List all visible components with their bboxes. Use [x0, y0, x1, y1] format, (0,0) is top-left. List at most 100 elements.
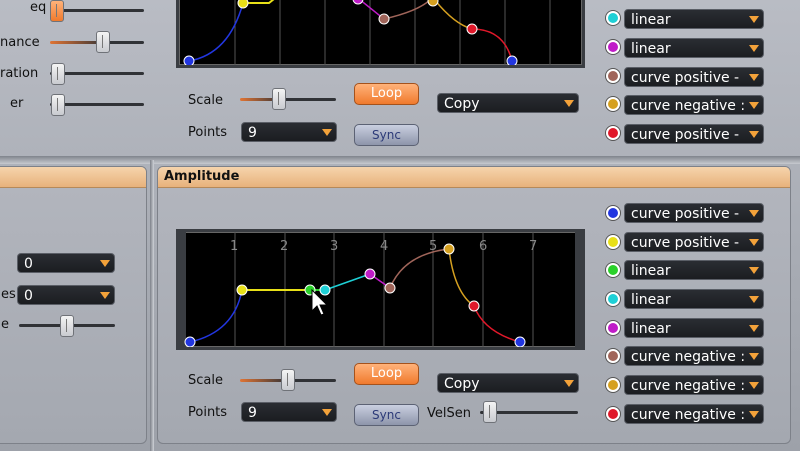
- amp-curve-label-8: curve negative :: [631, 407, 746, 423]
- chevron-down-icon: [749, 296, 759, 303]
- amp-curve-dot-2[interactable]: [606, 235, 620, 249]
- amp-curve-dropdown-2[interactable]: curve positive -: [624, 232, 764, 252]
- top-label-duration: ration: [0, 66, 39, 81]
- chevron-down-icon: [749, 131, 759, 138]
- top-curve-dropdown-1[interactable]: linear: [624, 9, 764, 29]
- top-curve-dot-1[interactable]: [606, 11, 620, 25]
- chevron-down-icon: [749, 45, 759, 52]
- top-label-other: er: [10, 96, 24, 111]
- left-slider-knob[interactable]: [60, 315, 74, 337]
- envelope-point-2[interactable]: [236, 284, 248, 296]
- amplitude-points-dropdown[interactable]: 9: [241, 402, 337, 422]
- amplitude-points-label: Points: [188, 405, 228, 420]
- envelope-point-8[interactable]: [468, 300, 480, 312]
- amp-curve-label-4: linear: [631, 292, 671, 308]
- top-scale-knob[interactable]: [272, 88, 286, 110]
- amplitude-sync-button[interactable]: Sync: [354, 404, 419, 426]
- envelope-point-1[interactable]: [184, 336, 196, 347]
- curve-segment-gold: [448, 248, 475, 307]
- top-slider-knob-4[interactable]: [51, 94, 65, 116]
- grid-number-2: 2: [280, 239, 288, 254]
- top-curve-dot-2[interactable]: [606, 40, 620, 54]
- top-envelope-svg: [183, 0, 551, 65]
- amp-curve-dropdown-4[interactable]: linear: [624, 289, 764, 309]
- grid-number-1: 1: [230, 239, 238, 254]
- top-curve-dropdown-5[interactable]: curve positive -: [624, 124, 764, 144]
- amplitude-loop-button[interactable]: Loop: [354, 363, 419, 385]
- amp-curve-dropdown-8[interactable]: curve negative :: [624, 404, 764, 424]
- velsen-label: VelSen: [427, 406, 471, 421]
- amplitude-scale-knob[interactable]: [281, 369, 295, 391]
- velsen-slider-knob[interactable]: [483, 401, 497, 423]
- top-curve-dropdown-4[interactable]: curve negative :: [624, 95, 764, 115]
- top-points-dropdown[interactable]: 9: [241, 122, 337, 142]
- envelope-point-6[interactable]: [384, 282, 396, 294]
- amplitude-envelope-graph[interactable]: 1 2 3 4 5 6 7: [176, 229, 585, 350]
- curve-segment-red: [473, 305, 521, 343]
- top-envelope-graph[interactable]: [176, 0, 585, 68]
- amp-curve-label-5: linear: [631, 321, 671, 337]
- top-section: eq nance ration er Scale Points 9 Loop S…: [0, 0, 800, 156]
- top-label-eq: eq: [30, 0, 47, 15]
- section-divider: [0, 156, 800, 164]
- amp-curve-dot-1[interactable]: [606, 206, 620, 220]
- amp-curve-dot-8[interactable]: [606, 407, 620, 421]
- top-curve-dot-5[interactable]: [606, 126, 620, 140]
- amp-curve-label-3: linear: [631, 263, 671, 279]
- top-slider-track-1[interactable]: [62, 9, 144, 12]
- chevron-down-icon: [749, 411, 759, 418]
- amp-curve-dot-5[interactable]: [606, 321, 620, 335]
- chevron-down-icon: [749, 74, 759, 81]
- grid-number-3: 3: [330, 239, 338, 254]
- curve-segment-blue: [189, 289, 243, 343]
- top-curve-label-1: linear: [631, 12, 671, 28]
- amplitude-scale-label: Scale: [188, 373, 223, 388]
- amp-curve-dropdown-6[interactable]: curve negative :: [624, 346, 764, 366]
- amp-curve-label-1: curve positive -: [631, 206, 740, 222]
- top-slider-knob-1[interactable]: [50, 0, 64, 22]
- amplitude-envelope-svg: 1 2 3 4 5 6 7: [179, 232, 582, 347]
- top-curve-dot-3[interactable]: [606, 69, 620, 83]
- top-scale-track[interactable]: [240, 98, 336, 101]
- envelope-point-7[interactable]: [443, 243, 455, 255]
- top-curve-label-3: curve positive -: [631, 70, 740, 86]
- amp-curve-dropdown-3[interactable]: linear: [624, 260, 764, 280]
- top-label-resonance: nance: [0, 35, 40, 50]
- amp-curve-dropdown-7[interactable]: curve negative :: [624, 375, 764, 395]
- chevron-down-icon: [749, 16, 759, 23]
- chevron-down-icon: [564, 380, 574, 387]
- top-copy-dropdown[interactable]: Copy: [437, 93, 579, 113]
- left-panel-header: [0, 167, 146, 188]
- top-points-value: 9: [248, 125, 257, 141]
- left-dropdown-1[interactable]: 0: [17, 253, 115, 273]
- envelope-point-5[interactable]: [364, 268, 376, 280]
- chevron-down-icon: [749, 210, 759, 217]
- top-points-label: Points: [188, 125, 228, 140]
- amplitude-copy-value: Copy: [444, 376, 480, 392]
- amp-curve-dot-3[interactable]: [606, 263, 620, 277]
- amp-curve-dot-7[interactable]: [606, 378, 620, 392]
- left-dropdown-2[interactable]: 0: [17, 285, 115, 305]
- top-scale-label: Scale: [188, 93, 223, 108]
- amp-curve-label-6: curve negative :: [631, 349, 746, 365]
- top-sync-button[interactable]: Sync: [354, 124, 419, 146]
- top-curve-dropdown-3[interactable]: curve positive -: [624, 67, 764, 87]
- top-curve-dropdown-2[interactable]: linear: [624, 38, 764, 58]
- envelope-point-9[interactable]: [514, 336, 526, 347]
- chevron-down-icon: [749, 353, 759, 360]
- amp-curve-dot-6[interactable]: [606, 349, 620, 363]
- top-slider-knob-3[interactable]: [51, 63, 65, 85]
- left-dropdown-2-value: 0: [24, 288, 33, 304]
- chevron-down-icon: [749, 325, 759, 332]
- top-slider-knob-2[interactable]: [96, 31, 110, 53]
- chevron-down-icon: [322, 409, 332, 416]
- top-curve-dot-4[interactable]: [606, 97, 620, 111]
- chevron-down-icon: [749, 102, 759, 109]
- amplitude-copy-dropdown[interactable]: Copy: [437, 373, 579, 393]
- top-copy-value: Copy: [444, 96, 480, 112]
- top-curve-label-5: curve positive -: [631, 127, 740, 143]
- top-loop-button[interactable]: Loop: [354, 83, 419, 105]
- amp-curve-dropdown-1[interactable]: curve positive -: [624, 203, 764, 223]
- amp-curve-dot-4[interactable]: [606, 292, 620, 306]
- amp-curve-dropdown-5[interactable]: linear: [624, 318, 764, 338]
